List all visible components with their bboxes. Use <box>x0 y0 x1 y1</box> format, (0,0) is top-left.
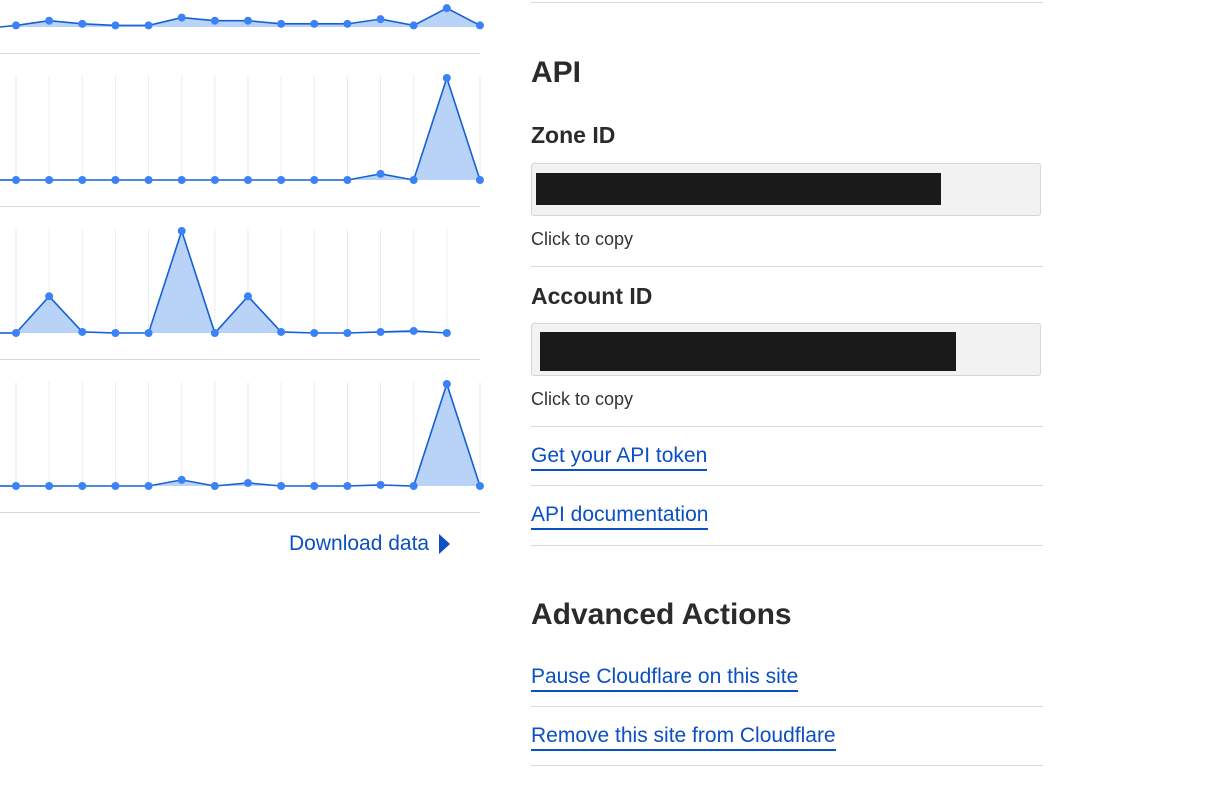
area-chart <box>0 74 484 184</box>
advanced-actions-heading: Advanced Actions <box>531 598 792 631</box>
data-point <box>45 16 54 25</box>
redacted-block <box>540 332 956 371</box>
data-point <box>45 292 54 301</box>
account-id-field[interactable] <box>531 323 1041 376</box>
chart-divider <box>0 512 480 513</box>
area-chart <box>0 4 484 30</box>
data-point <box>343 176 352 184</box>
chart-divider <box>0 359 480 360</box>
data-point <box>343 19 352 28</box>
data-point <box>310 19 319 28</box>
redacted-block <box>536 173 941 205</box>
data-point <box>409 326 418 335</box>
data-point <box>442 329 451 337</box>
data-point <box>12 176 20 184</box>
data-point <box>277 19 286 28</box>
data-point <box>277 482 286 490</box>
data-point <box>376 327 385 336</box>
data-point <box>442 74 451 82</box>
traffic-charts <box>0 4 484 490</box>
data-point <box>144 329 153 337</box>
data-point <box>243 16 252 25</box>
account-id-label: Account ID <box>531 283 653 309</box>
area-chart <box>0 380 484 490</box>
chart-divider <box>0 53 480 54</box>
zone-id-field[interactable] <box>531 163 1041 216</box>
data-point <box>475 482 484 490</box>
get-api-token-link[interactable]: Get your API token <box>531 444 708 471</box>
data-point <box>243 478 252 487</box>
data-point <box>277 176 286 184</box>
data-point <box>210 329 219 337</box>
data-point <box>78 176 87 184</box>
download-data-label: Download data <box>289 532 430 555</box>
zone-id-label: Zone ID <box>531 122 616 148</box>
data-point <box>12 482 20 490</box>
data-point <box>310 482 319 490</box>
data-point <box>144 482 153 490</box>
data-point <box>310 176 319 184</box>
data-point <box>144 176 153 184</box>
data-point <box>12 329 20 337</box>
data-point <box>243 292 252 301</box>
api-heading: API <box>531 56 582 89</box>
data-point <box>144 21 153 30</box>
data-point <box>177 227 186 235</box>
data-point <box>45 176 54 184</box>
download-data-link[interactable]: Download data <box>289 532 451 556</box>
data-point <box>343 329 352 337</box>
data-point <box>376 169 385 178</box>
data-point <box>78 482 87 490</box>
data-point <box>475 21 484 30</box>
divider <box>531 426 1043 427</box>
zone-id-copy-hint: Click to copy <box>531 229 634 249</box>
divider <box>531 706 1043 707</box>
remove-site-link[interactable]: Remove this site from Cloudflare <box>531 724 836 751</box>
data-point <box>12 21 20 30</box>
data-point <box>343 482 352 490</box>
data-point <box>111 176 120 184</box>
account-id-copy-hint: Click to copy <box>531 389 634 409</box>
data-point <box>45 482 54 490</box>
data-point <box>442 4 451 13</box>
data-point <box>409 176 418 184</box>
divider <box>531 266 1043 267</box>
data-point <box>475 176 484 184</box>
data-point <box>243 176 252 184</box>
data-point <box>376 480 385 489</box>
divider <box>531 765 1043 766</box>
area-chart <box>0 227 451 337</box>
data-point <box>111 21 120 30</box>
data-point <box>442 380 451 388</box>
data-point <box>177 176 186 184</box>
data-point <box>177 475 186 484</box>
divider <box>531 2 1043 3</box>
data-point <box>78 19 87 28</box>
chart-divider <box>0 206 480 207</box>
divider <box>531 485 1043 486</box>
data-point <box>78 327 87 336</box>
caret-right-icon <box>439 534 451 554</box>
data-point <box>177 13 186 22</box>
data-point <box>210 16 219 25</box>
divider <box>531 545 1043 546</box>
data-point <box>210 482 219 490</box>
api-documentation-link[interactable]: API documentation <box>531 503 709 530</box>
data-point <box>210 176 219 184</box>
data-point <box>376 15 385 24</box>
data-point <box>111 329 120 337</box>
data-point <box>111 482 120 490</box>
pause-cloudflare-link[interactable]: Pause Cloudflare on this site <box>531 665 799 692</box>
series-area <box>16 231 447 333</box>
data-point <box>409 482 418 490</box>
data-point <box>277 327 286 336</box>
data-point <box>310 329 319 337</box>
data-point <box>409 21 418 30</box>
